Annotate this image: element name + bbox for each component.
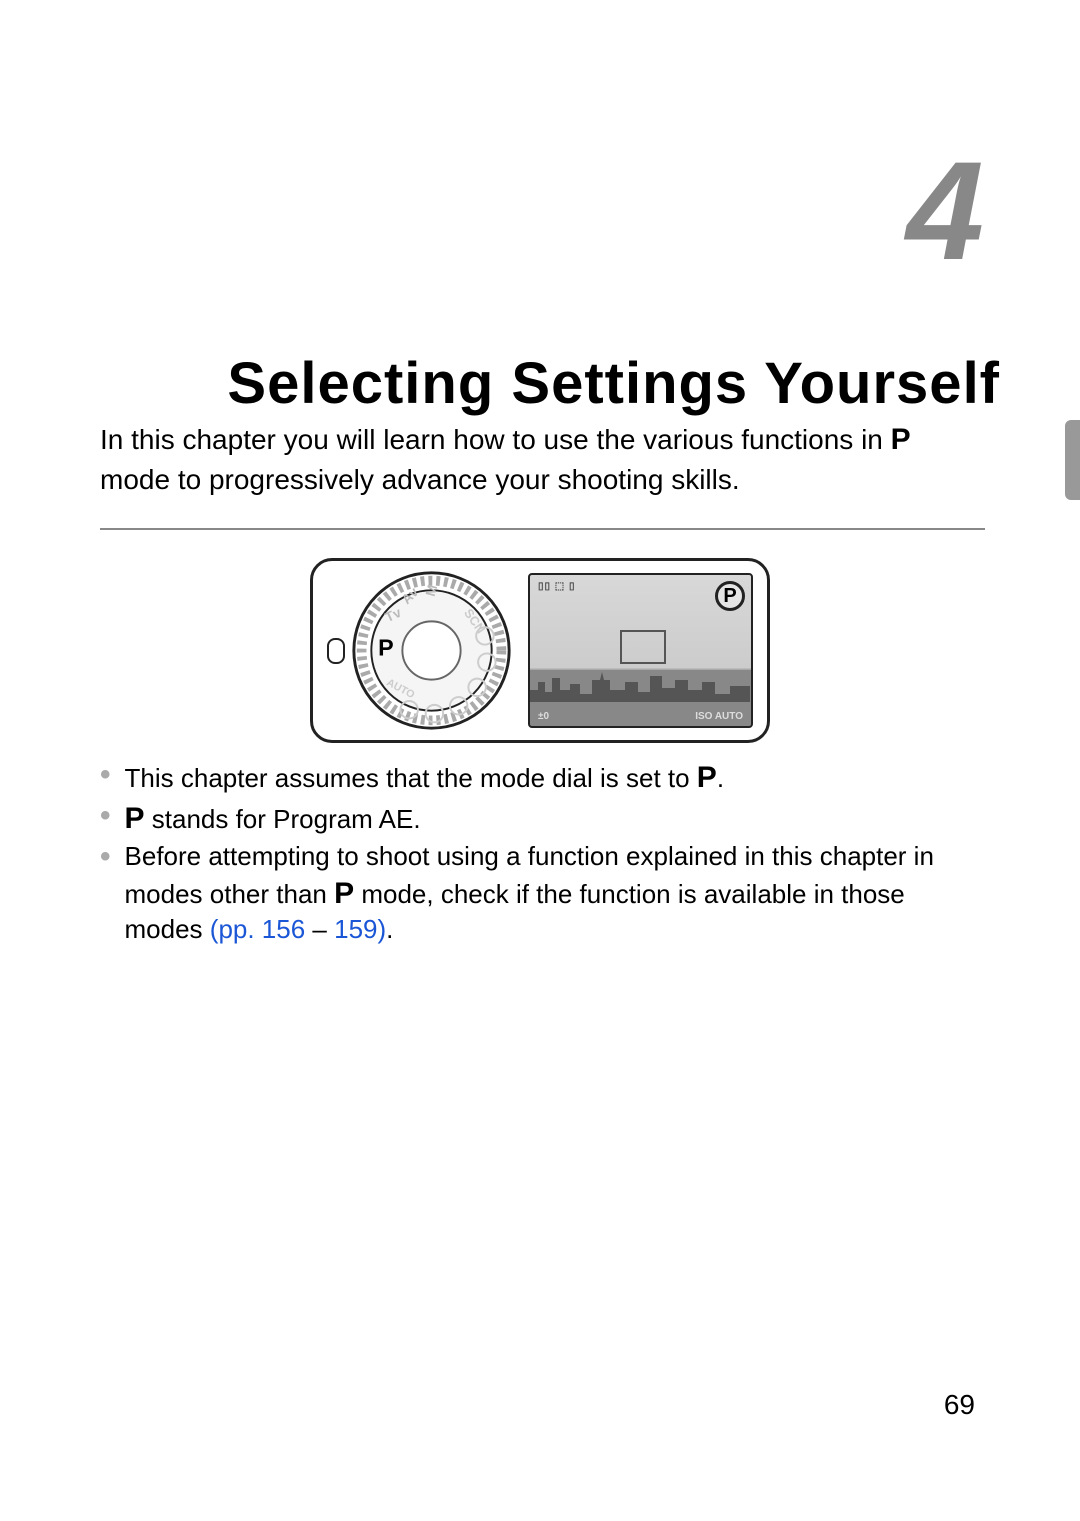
note-1-suffix: . — [717, 763, 724, 793]
p-mode-icon: P — [334, 877, 354, 910]
chapter-number: 4 — [906, 130, 980, 292]
list-item: • P stands for Program AE. — [100, 799, 985, 838]
lcd-skyline — [530, 672, 750, 702]
p-mode-icon: P — [125, 802, 145, 835]
bullet-icon: • — [100, 840, 111, 947]
chapter-title: Selecting Settings Yourself — [100, 350, 1000, 417]
lcd-p-indicator-icon: P — [715, 581, 745, 611]
intro-text: In this chapter you will learn how to us… — [100, 420, 985, 498]
lcd-exposure-value: ±0 — [538, 711, 549, 722]
lcd-top-icons: ▯▯ ⬚ ▯ — [538, 581, 576, 592]
note-2-suffix: stands for Program AE. — [145, 804, 421, 834]
note-text: P stands for Program AE. — [125, 799, 985, 838]
page-edge-tab — [1065, 420, 1080, 500]
svg-text:P: P — [378, 634, 394, 660]
page-ref-link-159[interactable]: 159) — [334, 914, 386, 944]
p-mode-icon: P — [697, 761, 717, 794]
intro-line2: mode to progressively advance your shoot… — [100, 464, 740, 495]
dial-index-nub — [327, 638, 345, 664]
note-1-prefix: This chapter assumes that the mode dial … — [125, 763, 697, 793]
list-item: • Before attempting to shoot using a fun… — [100, 840, 985, 947]
bullet-icon: • — [100, 799, 111, 838]
lcd-preview-illustration: ▯▯ ⬚ ▯ P ±0 ISO AUTO — [528, 573, 753, 728]
note-text: Before attempting to shoot using a funct… — [125, 840, 985, 947]
notes-list: • This chapter assumes that the mode dia… — [100, 758, 985, 949]
lcd-focus-frame — [620, 630, 666, 664]
page-number: 69 — [944, 1389, 975, 1421]
note-text: This chapter assumes that the mode dial … — [125, 758, 985, 797]
illustration-panel: P Tv Av M AUTO SCN ▯▯ ⬚ ▯ P ±0 — [310, 558, 770, 743]
page-ref-dash: – — [305, 914, 334, 944]
note-3-suffix: . — [386, 914, 393, 944]
page-ref-link-156[interactable]: (pp. 156 — [210, 914, 305, 944]
bullet-icon: • — [100, 758, 111, 797]
intro-line1-prefix: In this chapter you will learn how to us… — [100, 424, 891, 455]
mode-dial-svg: P Tv Av M AUTO SCN — [349, 568, 514, 733]
p-mode-icon: P — [891, 423, 911, 456]
list-item: • This chapter assumes that the mode dia… — [100, 758, 985, 797]
intro-block: In this chapter you will learn how to us… — [100, 420, 985, 530]
mode-dial-illustration: P Tv Av M AUTO SCN — [349, 568, 514, 733]
lcd-iso-value: ISO AUTO — [695, 711, 743, 722]
lcd-bottom-row: ±0 ISO AUTO — [530, 711, 751, 722]
